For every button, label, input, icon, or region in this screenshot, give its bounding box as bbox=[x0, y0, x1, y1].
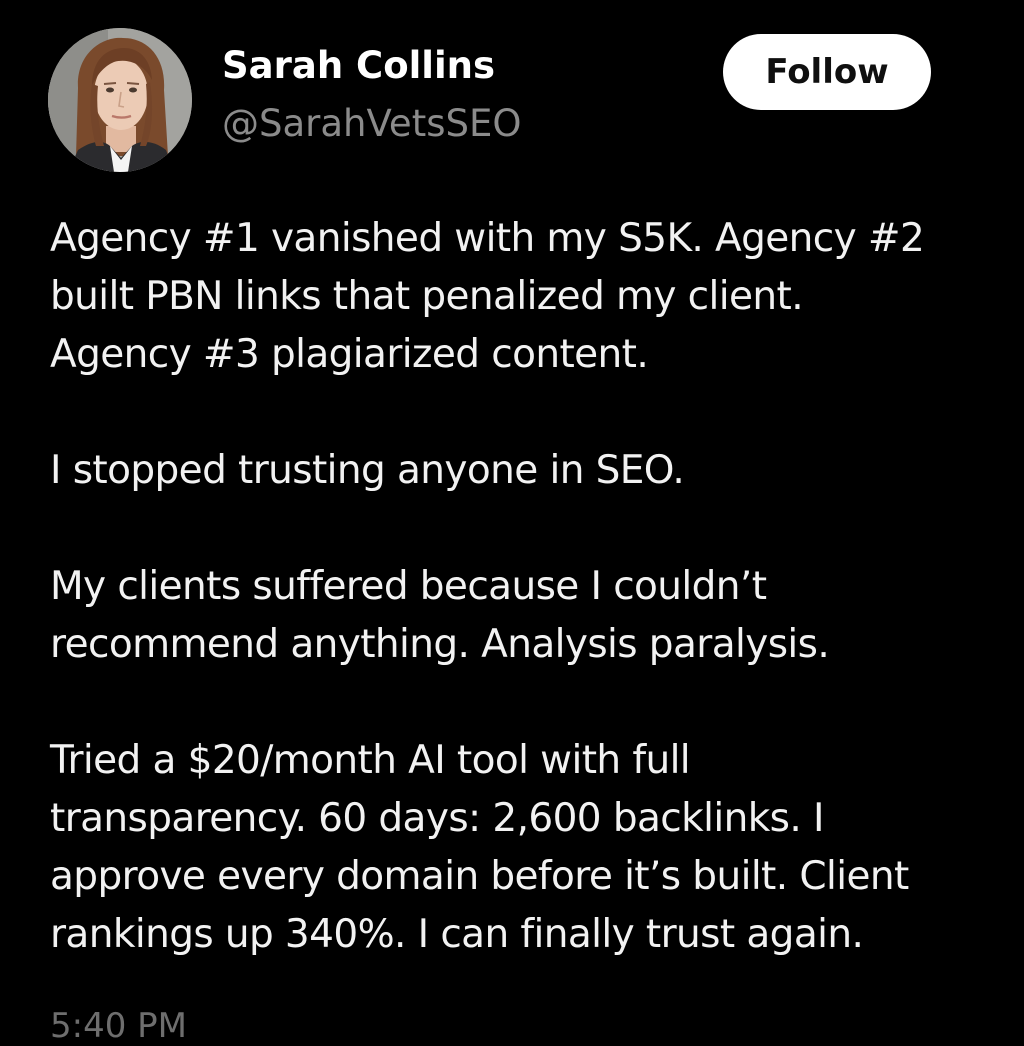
post-card: Sarah Collins @SarahVetsSEO Follow Agenc… bbox=[0, 0, 1024, 1046]
post-paragraph: I stopped trusting anyone in SEO. bbox=[50, 442, 1010, 500]
avatar[interactable] bbox=[48, 28, 192, 172]
post-line: rankings up 340%. I can finally trust ag… bbox=[50, 912, 864, 957]
post-line: Agency #1 vanished with my S5K. Agency #… bbox=[50, 216, 925, 261]
post-timestamp[interactable]: 5:40 PM bbox=[50, 1006, 187, 1046]
post-body: Agency #1 vanished with my S5K. Agency #… bbox=[50, 210, 1010, 1022]
post-line: built PBN links that penalized my client… bbox=[50, 274, 804, 319]
post-line: recommend anything. Analysis paralysis. bbox=[50, 622, 830, 667]
post-line: approve every domain before it’s built. … bbox=[50, 854, 909, 899]
post-line: transparency. 60 days: 2,600 backlinks. … bbox=[50, 796, 825, 841]
post-line: Tried a $20/month AI tool with full bbox=[50, 738, 691, 783]
post-paragraph: My clients suffered because I couldn’t r… bbox=[50, 558, 1010, 674]
post-paragraph: Agency #1 vanished with my S5K. Agency #… bbox=[50, 210, 1010, 384]
post-line: My clients suffered because I couldn’t bbox=[50, 564, 767, 609]
author-display-name[interactable]: Sarah Collins bbox=[222, 42, 495, 90]
post-line: I stopped trusting anyone in SEO. bbox=[50, 448, 685, 493]
author-handle[interactable]: @SarahVetsSEO bbox=[222, 100, 521, 148]
post-paragraph: Tried a $20/month AI tool with full tran… bbox=[50, 732, 1010, 964]
follow-button[interactable]: Follow bbox=[723, 34, 931, 110]
profile-photo-icon bbox=[48, 28, 192, 172]
post-line: Agency #3 plagiarized content. bbox=[50, 332, 649, 377]
